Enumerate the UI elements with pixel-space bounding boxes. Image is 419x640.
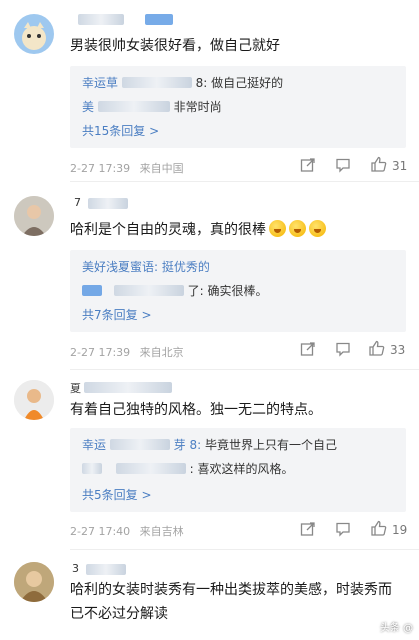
comment-icon[interactable]: [335, 157, 351, 173]
reply-author[interactable]: 芽 8:: [174, 438, 202, 452]
comment-text: 哈利的女装时装秀有一种出类拔萃的美感，时装秀而已不必过分解读: [70, 582, 392, 622]
comment-icon[interactable]: [335, 341, 351, 357]
reply-line[interactable]: 幸运草 8: 做自己挺好的: [82, 74, 283, 91]
comment-text: 男装很帅女装很好看，做自己就好: [70, 38, 280, 54]
avatar[interactable]: [14, 14, 54, 54]
reply-author[interactable]: 幸运草: [82, 76, 118, 90]
like-icon[interactable]: [370, 520, 387, 537]
like-icon[interactable]: [368, 340, 385, 357]
like-count: 19: [392, 523, 408, 537]
reply-line[interactable]: 幸运 芽 8: 毕竟世界上只有一个自己: [82, 436, 337, 453]
comment-time: 2-27 17:39: [70, 162, 131, 175]
like-count: 31: [392, 159, 408, 173]
emoji-icon: [289, 220, 306, 237]
more-replies-link[interactable]: 共5条回复 >: [82, 486, 152, 503]
comment-meta: 2-27 17:40 来自吉林: [70, 523, 184, 539]
reply-text: 美好浅夏蜜语: 挺优秀的: [82, 260, 210, 274]
comment-item: 夏 有着自己独特的风格。独一无二的特点。 幸运 芽 8: 毕竟世界上只有一个自己…: [0, 370, 419, 550]
reply-box[interactable]: 美好浅夏蜜语: 挺优秀的 了: 确实很棒。 共7条回复 >: [70, 250, 406, 332]
emoji-icon: [309, 220, 326, 237]
reply-line[interactable]: 了: 确实很棒。: [82, 282, 268, 299]
comment-location: 来自北京: [139, 346, 184, 359]
comment-text: 有着自己独特的风格。独一无二的特点。: [70, 402, 322, 418]
comment-item: 7 哈利是个自由的灵魂，真的很棒 美好浅夏蜜语: 挺优秀的 了: 确实很棒。 共…: [0, 182, 419, 370]
watermark: 头条 @: [379, 623, 413, 634]
avatar[interactable]: [14, 562, 54, 602]
like-count: 33: [390, 343, 406, 357]
reply-text: 非常时尚: [173, 100, 222, 114]
more-replies-link[interactable]: 共15条回复 >: [82, 122, 159, 139]
emoji-icon: [269, 220, 286, 237]
avatar[interactable]: [14, 380, 54, 420]
comment-item: 3 哈利的女装时装秀有一种出类拔萃的美感，时装秀而已不必过分解读: [0, 550, 419, 640]
reply-text: 毕竟世界上只有一个自己: [205, 438, 338, 452]
reply-author[interactable]: 幸运: [82, 438, 106, 452]
comment-meta: 2-27 17:39 来自北京: [70, 344, 184, 360]
avatar[interactable]: [14, 196, 54, 236]
comment-text: 哈利是个自由的灵魂，真的很棒: [70, 218, 403, 242]
share-icon[interactable]: [300, 521, 316, 537]
like-icon[interactable]: [370, 156, 387, 173]
reply-box[interactable]: 幸运 芽 8: 毕竟世界上只有一个自己 : 喜欢这样的风格。 共5条回复 >: [70, 428, 406, 512]
comment-location: 来自中国: [139, 162, 184, 175]
reply-line[interactable]: 美好浅夏蜜语: 挺优秀的: [82, 258, 210, 275]
reply-line[interactable]: : 喜欢这样的风格。: [82, 460, 294, 477]
reply-text: : 喜欢这样的风格。: [189, 462, 294, 476]
comment-item: 男装很帅女装很好看，做自己就好 幸运草 8: 做自己挺好的 美 非常时尚 共15…: [0, 0, 419, 182]
comment-location: 来自吉林: [139, 525, 184, 538]
more-replies-link[interactable]: 共7条回复 >: [82, 306, 152, 323]
reply-box[interactable]: 幸运草 8: 做自己挺好的 美 非常时尚 共15条回复 >: [70, 66, 406, 148]
reply-author[interactable]: 美: [82, 100, 94, 114]
comment-meta: 2-27 17:39 来自中国: [70, 160, 184, 176]
share-icon[interactable]: [300, 157, 316, 173]
comment-text-body: 哈利是个自由的灵魂，真的很棒: [70, 222, 266, 238]
comment-icon[interactable]: [335, 521, 351, 537]
reply-line[interactable]: 美 非常时尚: [82, 98, 222, 115]
reply-text: 了: 确实很棒。: [187, 284, 268, 298]
reply-text: 8: 做自己挺好的: [195, 76, 284, 90]
comment-time: 2-27 17:40: [70, 525, 131, 538]
comment-time: 2-27 17:39: [70, 346, 131, 359]
share-icon[interactable]: [300, 341, 316, 357]
